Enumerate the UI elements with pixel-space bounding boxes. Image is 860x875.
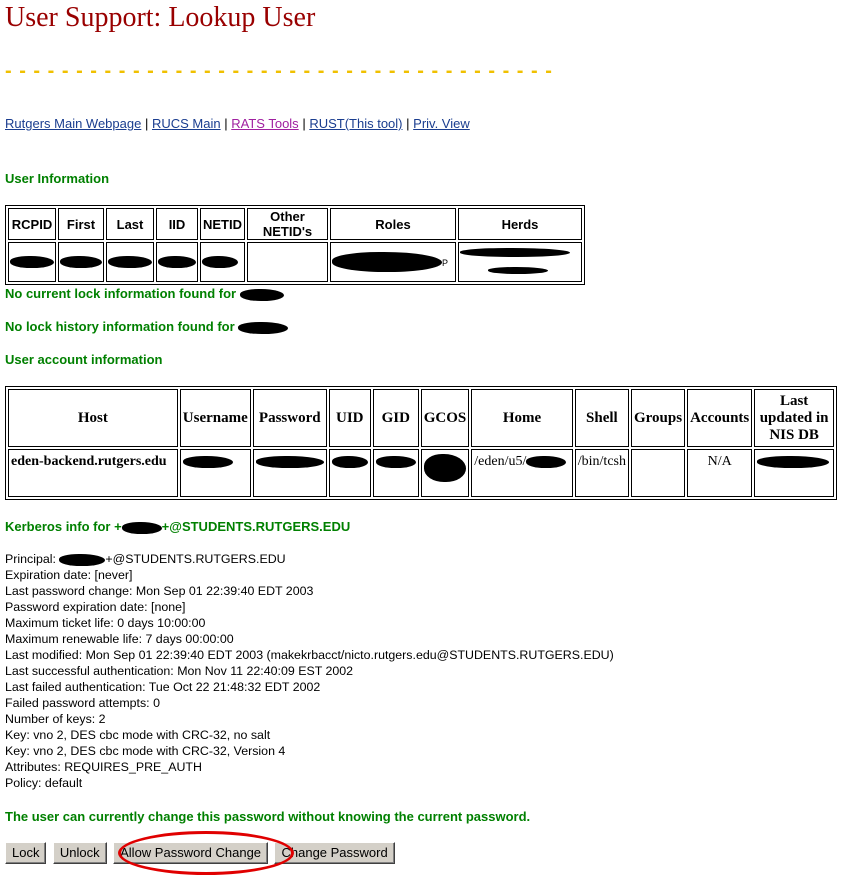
home-cell: /eden/u5/	[471, 449, 573, 497]
page-title: User Support: Lookup User	[5, 2, 316, 33]
col-uid: UID	[328, 389, 371, 447]
kerberos-line: Last modified: Mon Sep 01 22:39:40 EDT 2…	[5, 648, 614, 662]
kerberos-line: Failed password attempts: 0	[5, 696, 160, 710]
redacted-netid	[238, 321, 289, 334]
col-password: Password	[252, 389, 327, 447]
change-password-button[interactable]: Change Password	[274, 842, 395, 864]
kerberos-line: Attributes: REQUIRES_PRE_AUTH	[5, 760, 202, 774]
nav-separator: |	[224, 116, 228, 131]
nav-separator: |	[144, 116, 149, 131]
redacted-cell	[179, 449, 251, 497]
redacted-cell	[8, 242, 56, 282]
user-information-table: RCPID First Last IID NETID Other NETID's…	[5, 205, 585, 285]
groups-cell	[631, 449, 686, 497]
col-other-netids: Other NETID's	[247, 208, 328, 240]
col-herds: Herds	[458, 208, 582, 240]
redacted-cell	[458, 242, 582, 282]
unlock-button[interactable]: Unlock	[52, 842, 107, 864]
kerberos-line: Key: vno 2, DES cbc mode with CRC-32, Ve…	[5, 744, 286, 758]
redacted-cell	[200, 242, 245, 282]
kerberos-line: Policy: default	[5, 776, 83, 790]
password-change-note: The user can currently change this passw…	[5, 809, 531, 824]
redacted-cell	[58, 242, 104, 282]
col-accounts: Accounts	[687, 389, 753, 447]
redacted-cell	[420, 449, 470, 497]
col-netid: NETID	[200, 208, 245, 240]
shell-cell: /bin/tcsh	[574, 449, 629, 497]
col-iid: IID	[156, 208, 198, 240]
account-info-table: Host Username Password UID GID GCOS Home…	[5, 386, 837, 500]
redacted-cell	[156, 242, 198, 282]
col-first: First	[58, 208, 104, 240]
col-host: Host	[8, 389, 178, 447]
redacted-cell: P	[330, 242, 456, 282]
allow-password-change-button[interactable]: Allow Password Change	[113, 842, 269, 864]
kerberos-line: Last failed authentication: Tue Oct 22 2…	[5, 680, 321, 694]
nav-link-rutgers-main[interactable]: Rutgers Main Webpage	[5, 116, 141, 131]
col-groups: Groups	[631, 389, 686, 447]
kerberos-line: Last password change: Mon Sep 01 22:39:4…	[5, 584, 314, 598]
kerberos-heading: Kerberos info for + +@STUDENTS.RUTGERS.ED…	[5, 519, 351, 534]
lock-history-status: No lock history information found for	[5, 319, 289, 334]
col-last: Last	[106, 208, 154, 240]
col-last-updated: Last updated in NIS DB	[754, 389, 834, 447]
kerberos-line: Password expiration date: [none]	[5, 600, 186, 614]
nav-link-rust[interactable]: RUST(This tool)	[309, 116, 402, 131]
redacted-cell	[328, 449, 371, 497]
col-roles: Roles	[330, 208, 456, 240]
col-username: Username	[179, 389, 251, 447]
kerberos-line: Last successful authentication: Mon Nov …	[5, 664, 354, 678]
kerberos-line: Number of keys: 2	[5, 712, 106, 726]
nav-bar: Rutgers Main Webpage | RUCS Main | RATS …	[5, 116, 470, 131]
col-home: Home	[471, 389, 573, 447]
kerberos-line: Key: vno 2, DES cbc mode with CRC-32, no…	[5, 728, 271, 742]
col-gid: GID	[372, 389, 419, 447]
kerberos-principal: Principal: +@STUDENTS.RUTGERS.EDU	[5, 552, 286, 566]
col-shell: Shell	[574, 389, 629, 447]
kerberos-line: Expiration date: [never]	[5, 568, 133, 582]
kerberos-line: Maximum renewable life: 7 days 00:00:00	[5, 632, 234, 646]
kerberos-details: Principal: +@STUDENTS.RUTGERS.EDU Expira…	[5, 551, 614, 791]
nav-separator: |	[302, 116, 306, 131]
empty-cell	[247, 242, 328, 282]
redacted-cell	[252, 449, 327, 497]
table-row: eden-backend.rutgers.edu /eden/u5/ /bin/…	[8, 449, 834, 497]
account-info-heading: User account information	[5, 352, 163, 367]
col-gcos: GCOS	[420, 389, 470, 447]
host-cell: eden-backend.rutgers.edu	[8, 449, 178, 497]
action-buttons: Lock Unlock Allow Password Change Change…	[5, 842, 397, 864]
nav-link-rats-tools[interactable]: RATS Tools	[231, 116, 298, 131]
redacted-netid	[121, 521, 162, 534]
nav-link-priv-view[interactable]: Priv. View	[413, 116, 470, 131]
col-rcpid: RCPID	[8, 208, 56, 240]
redacted-cell	[372, 449, 419, 497]
table-row: P	[8, 242, 582, 282]
nav-separator: |	[406, 116, 410, 131]
redacted-cell	[106, 242, 154, 282]
divider: - - - - - - - - - - - - - - - - - - - - …	[5, 60, 553, 82]
user-information-heading: User Information	[5, 171, 110, 186]
current-lock-status: No current lock information found for	[5, 286, 284, 301]
lock-button[interactable]: Lock	[5, 842, 47, 864]
nav-link-rucs-main[interactable]: RUCS Main	[152, 116, 221, 131]
redacted-netid	[239, 288, 284, 301]
redacted-cell	[754, 449, 834, 497]
kerberos-line: Maximum ticket life: 0 days 10:00:00	[5, 616, 206, 630]
accounts-cell: N/A	[687, 449, 753, 497]
